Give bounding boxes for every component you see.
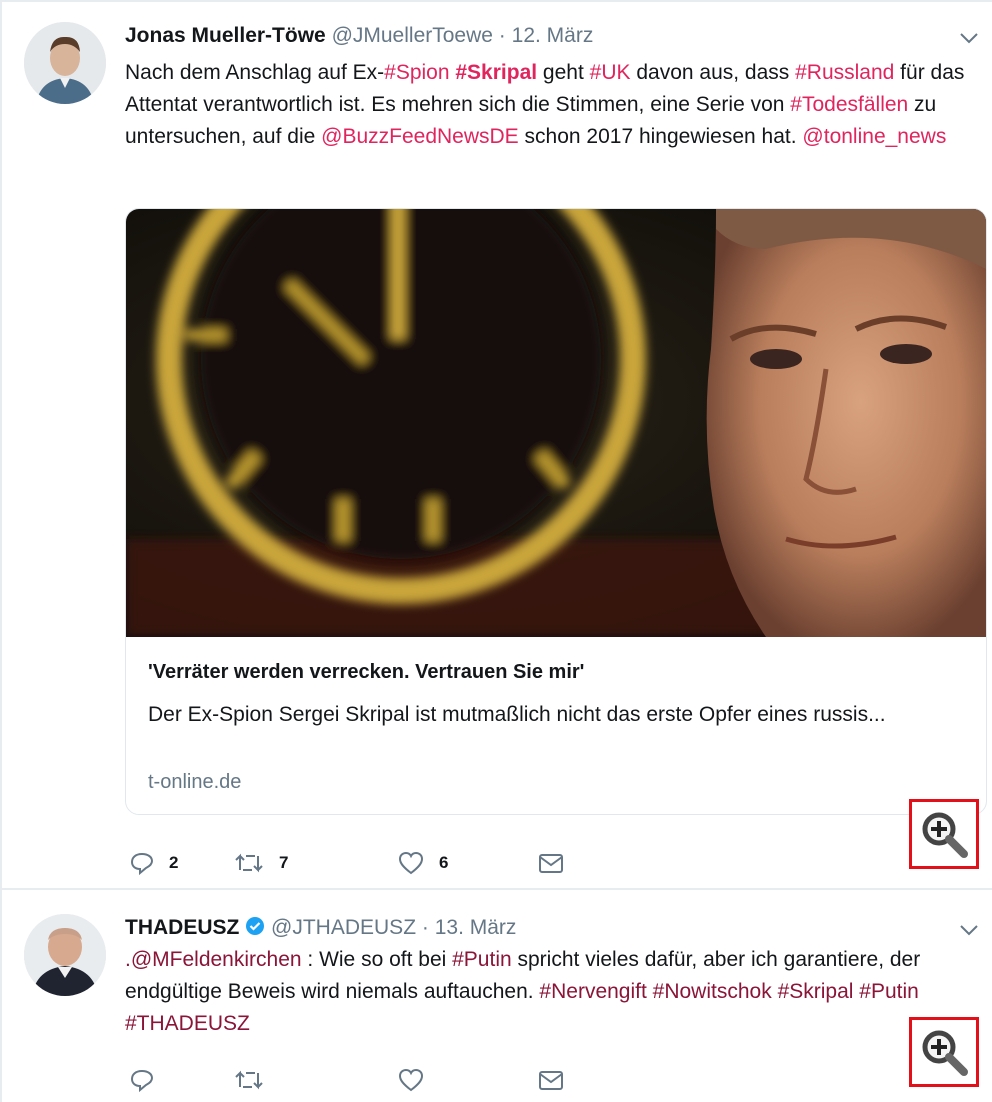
author-handle[interactable]: @JTHADEUSZ	[271, 916, 416, 939]
retweet-count: 7	[279, 853, 289, 872]
heart-icon	[398, 851, 424, 875]
card-description: Der Ex-Spion Sergei Skripal ist mutmaßli…	[148, 703, 886, 726]
card-image[interactable]	[126, 209, 986, 637]
heart-icon	[398, 1068, 424, 1092]
hashtag-link[interactable]: #Putin	[859, 980, 919, 1003]
retweet-icon	[235, 853, 263, 873]
hashtag-link[interactable]: #Russland	[795, 61, 894, 84]
direct-message-button[interactable]	[537, 845, 565, 881]
hashtag-link[interactable]: #Spion	[384, 61, 449, 84]
retweet-icon	[235, 1070, 263, 1090]
retweet-button[interactable]	[233, 1062, 279, 1098]
tweet-date[interactable]: 12. März	[512, 24, 594, 47]
hashtag-link[interactable]: #Todesfällen	[790, 93, 908, 116]
avatar[interactable]	[24, 22, 106, 104]
text-segment: schon 2017 hingewiesen hat.	[518, 125, 803, 148]
author-name[interactable]: THADEUSZ	[125, 916, 239, 939]
text-segment: Nach dem Anschlag auf Ex-	[125, 61, 385, 84]
mention-link[interactable]: @tonline_news	[802, 125, 946, 148]
text-segment: davon aus, dass	[630, 61, 796, 84]
hashtag-link[interactable]: #UK	[590, 61, 631, 84]
like-count: 6	[439, 853, 449, 872]
tweet-actions	[125, 1062, 585, 1098]
card-title[interactable]: 'Verräter werden verrecken. Vertrauen Si…	[148, 661, 584, 684]
retweet-button[interactable]: 7	[233, 845, 288, 881]
tweet-header: Jonas Mueller-Töwe @JMuellerToewe · 12. …	[125, 22, 593, 50]
hashtag-link[interactable]: #THADEUSZ	[125, 1012, 250, 1035]
hashtag-link[interactable]: #Putin	[452, 948, 512, 971]
reply-button[interactable]: 2	[129, 845, 178, 881]
tweet-actions: 2 7 6	[125, 845, 585, 881]
link-card[interactable]: 'Verräter werden verrecken. Vertrauen Si…	[125, 208, 987, 815]
mention-link[interactable]: .@MFeldenkirchen	[125, 948, 302, 971]
card-domain[interactable]: t-online.de	[148, 771, 241, 794]
hashtag-link[interactable]: #Nowitschok	[653, 980, 772, 1003]
like-button[interactable]: 6	[397, 845, 448, 881]
tweet-2[interactable]: THADEUSZ @JTHADEUSZ · 13. März .@MFelden…	[0, 890, 992, 1102]
reply-icon	[130, 1069, 154, 1093]
verified-badge-icon	[246, 917, 265, 935]
zoom-in-icon	[922, 1030, 968, 1076]
zoom-button[interactable]	[909, 799, 979, 869]
hashtag-link[interactable]: #Skripal	[778, 980, 854, 1003]
separator-dot: ·	[421, 916, 429, 939]
reply-button[interactable]	[129, 1062, 169, 1098]
tweet-text: .@MFeldenkirchen : Wie so oft bei #Putin…	[125, 944, 985, 1040]
like-button[interactable]	[397, 1062, 439, 1098]
avatar[interactable]	[24, 914, 106, 996]
hashtag-link[interactable]: #Skripal	[455, 61, 537, 84]
zoom-button[interactable]	[909, 1017, 979, 1087]
chevron-down-icon[interactable]	[957, 918, 981, 942]
author-name[interactable]: Jonas Mueller-Töwe	[125, 24, 326, 47]
direct-message-button[interactable]	[537, 1062, 565, 1098]
reply-icon	[130, 852, 154, 876]
envelope-icon	[539, 854, 563, 873]
separator-dot: ·	[498, 24, 506, 47]
author-handle[interactable]: @JMuellerToewe	[332, 24, 493, 47]
text-segment: : Wie so oft bei	[301, 948, 453, 971]
tweet-1[interactable]: Jonas Mueller-Töwe @JMuellerToewe · 12. …	[0, 0, 992, 888]
tweet-date[interactable]: 13. März	[435, 916, 517, 939]
reply-count: 2	[169, 853, 179, 872]
chevron-down-icon[interactable]	[957, 26, 981, 50]
tweet-text: Nach dem Anschlag auf Ex-#Spion #Skripal…	[125, 57, 985, 153]
zoom-in-icon	[922, 812, 968, 858]
text-segment: geht	[537, 61, 590, 84]
hashtag-link[interactable]: #Nervengift	[539, 980, 646, 1003]
mention-link[interactable]: @BuzzFeedNewsDE	[321, 125, 519, 148]
tweet-header: THADEUSZ @JTHADEUSZ · 13. März	[125, 914, 516, 942]
envelope-icon	[539, 1071, 563, 1090]
